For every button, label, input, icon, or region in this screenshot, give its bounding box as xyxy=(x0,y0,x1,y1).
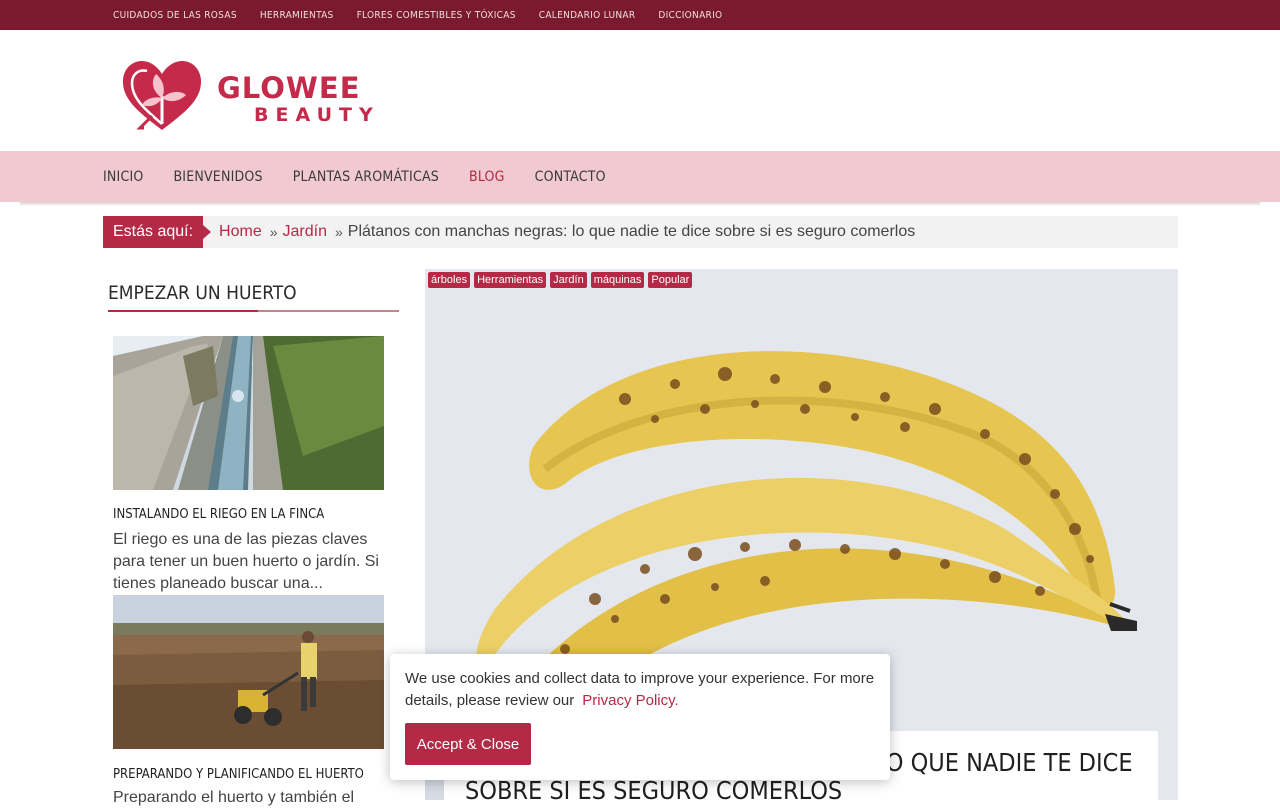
tag-maquinas[interactable]: máquinas xyxy=(590,272,645,288)
sidebar-post-title[interactable]: PREPARANDO Y PLANIFICANDO EL HUERTO xyxy=(113,767,364,782)
breadcrumb-section-link[interactable]: Jardín xyxy=(283,223,327,241)
tag-herramientas[interactable]: Herramientas xyxy=(474,272,547,288)
nav-item-inicio[interactable]: INICIO xyxy=(103,169,143,185)
top-menu: CUIDADOS DE LAS ROSAS HERRAMIENTAS FLORE… xyxy=(113,0,745,30)
logo-wordmark-bottom: BEAUTY xyxy=(254,104,380,126)
top-menu-item-rosas[interactable]: CUIDADOS DE LAS ROSAS xyxy=(113,10,237,21)
top-menu-item-calendario[interactable]: CALENDARIO LUNAR xyxy=(539,10,636,21)
nav-shadow xyxy=(20,202,1260,206)
site-header: GLOWEE BEAUTY xyxy=(0,30,1280,151)
heart-logo-icon xyxy=(122,60,202,131)
post-thumbnail-riego[interactable] xyxy=(113,336,384,490)
top-menu-item-flores[interactable]: FLORES COMESTIBLES Y TÓXICAS xyxy=(357,10,516,21)
logo-wordmark-top: GLOWEE xyxy=(217,71,361,105)
breadcrumb-separator-icon: » xyxy=(269,224,278,240)
sidebar-post-excerpt: Preparando el huerto y también el xyxy=(113,789,355,806)
breadcrumb-current: Plátanos con manchas negras: lo que nadi… xyxy=(347,223,916,240)
nav-item-contacto[interactable]: CONTACTO xyxy=(535,169,606,185)
breadcrumb-label: Estás aquí: xyxy=(103,216,212,248)
cookie-banner: We use cookies and collect data to impro… xyxy=(390,654,890,780)
article-tags: árboles Herramientas Jardín máquinas Pop… xyxy=(428,272,696,288)
sidebar-post-excerpt: El riego es una de las piezas claves par… xyxy=(113,531,379,592)
nav-item-plantas-aromaticas[interactable]: PLANTAS AROMÁTICAS xyxy=(293,169,439,185)
breadcrumb-home-link[interactable]: Home xyxy=(219,223,262,241)
nav-item-bienvenidos[interactable]: BIENVENIDOS xyxy=(173,169,262,185)
sidebar-widget-title: EMPEZAR UN HUERTO xyxy=(108,268,399,312)
main-navigation: INICIO BIENVENIDOS PLANTAS AROMÁTICAS BL… xyxy=(0,151,1280,202)
nav-item-blog[interactable]: BLOG xyxy=(469,169,505,185)
breadcrumb: Estás aquí: Home » Jardín » Plátanos con… xyxy=(103,216,1178,248)
main-menu: INICIO BIENVENIDOS PLANTAS AROMÁTICAS BL… xyxy=(103,151,636,202)
tag-jardin[interactable]: Jardín xyxy=(550,272,587,288)
tag-arboles[interactable]: árboles xyxy=(428,272,471,288)
sidebar: EMPEZAR UN HUERTO xyxy=(108,268,399,312)
accept-close-button[interactable]: Accept & Close xyxy=(405,723,531,765)
site-logo[interactable]: GLOWEE BEAUTY xyxy=(120,58,400,133)
top-bar: CUIDADOS DE LAS ROSAS HERRAMIENTAS FLORE… xyxy=(0,0,1280,30)
breadcrumb-separator-icon: » xyxy=(335,224,343,240)
privacy-policy-link[interactable]: Privacy Policy. xyxy=(582,692,678,709)
top-menu-item-diccionario[interactable]: DICCIONARIO xyxy=(658,10,722,21)
tag-popular[interactable]: Popular xyxy=(648,272,693,288)
post-thumbnail-huerto[interactable] xyxy=(113,595,384,749)
cookie-text: We use cookies and collect data to impro… xyxy=(405,668,880,712)
title-box-accent xyxy=(425,779,444,800)
top-menu-item-herramientas[interactable]: HERRAMIENTAS xyxy=(260,10,334,21)
sidebar-post-title[interactable]: INSTALANDO EL RIEGO EN LA FINCA xyxy=(113,507,324,522)
